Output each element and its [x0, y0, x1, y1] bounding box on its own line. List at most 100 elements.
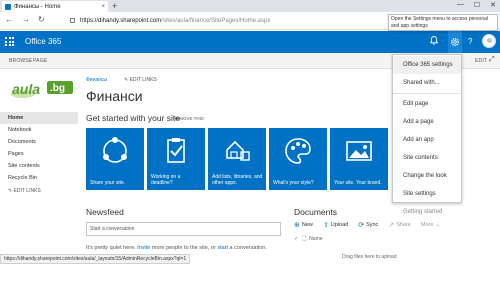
- office365-brand[interactable]: Office 365: [25, 37, 61, 46]
- tile-add-apps[interactable]: Add lists, libraries, and other apps.: [208, 128, 266, 190]
- new-label: New: [301, 222, 313, 228]
- sharepoint-favicon-icon: [5, 3, 11, 10]
- tile-label: What's your style?: [273, 180, 314, 186]
- page-title: Финанси: [86, 88, 143, 104]
- share-button[interactable]: ↗ Share: [388, 221, 411, 229]
- new-tab-button[interactable]: +: [112, 1, 117, 11]
- tile-label: Add lists, libraries, and other apps.: [212, 174, 263, 186]
- header-edit-links[interactable]: ✎ EDIT LINKS: [124, 77, 157, 83]
- browser-tab[interactable]: Финансы - Home ×: [2, 1, 108, 12]
- documents-column-header: ✓ 🗋 Name: [294, 236, 323, 242]
- nav-item-documents[interactable]: Documents: [0, 136, 78, 148]
- settings-gear-button[interactable]: [448, 31, 462, 53]
- invite-link[interactable]: Invite: [137, 245, 150, 251]
- tile-brand[interactable]: Your site. Your brand.: [330, 128, 388, 190]
- breadcrumb[interactable]: Финансы: [86, 77, 107, 83]
- ribbon-edit-button[interactable]: EDIT: [475, 58, 487, 64]
- nav-item-recycle-bin[interactable]: Recycle Bin: [0, 172, 78, 184]
- sync-button[interactable]: ⟳ Sync: [358, 221, 378, 229]
- browser-tab-strip: Финансы - Home × + — ☐ ✕: [0, 0, 500, 12]
- upload-label: Upload: [330, 222, 349, 228]
- user-avatar[interactable]: [482, 34, 496, 48]
- more-button[interactable]: More ⌄: [421, 222, 440, 228]
- close-window-button[interactable]: ✕: [490, 1, 496, 9]
- menu-item-change-look[interactable]: Change the look: [393, 167, 461, 185]
- ribbon-tab-browse[interactable]: BROWSE: [9, 58, 32, 64]
- sync-label: Sync: [366, 222, 379, 228]
- upload-icon: ⇧: [322, 222, 329, 229]
- minimize-button[interactable]: —: [457, 1, 464, 9]
- status-bar-url: https://dihandy.sharepoint.com/sites/aul…: [0, 254, 191, 264]
- url-path: /sites/aula/finance/SitePages/Home.aspx: [161, 18, 271, 24]
- image-icon: [346, 141, 372, 161]
- tab-title: Финансы - Home: [14, 3, 61, 10]
- new-document-button[interactable]: ⊕ New: [294, 221, 313, 229]
- nav-edit-links[interactable]: ✎ EDIT LINKS: [0, 188, 78, 194]
- menu-item-getting-started[interactable]: Getting started: [393, 203, 461, 221]
- nav-item-pages[interactable]: Pages: [0, 148, 78, 160]
- url-host: https://dihandy.sharepoint.com: [80, 18, 162, 24]
- back-button[interactable]: ←: [5, 15, 13, 24]
- note-suffix: a conversation.: [228, 245, 267, 251]
- more-label: More: [420, 222, 434, 228]
- note-middle: more people to the site, or: [150, 245, 218, 251]
- upload-button[interactable]: ⇧ Upload: [323, 221, 348, 229]
- ribbon-tab-page[interactable]: PAGE: [33, 58, 47, 64]
- help-icon[interactable]: ?: [468, 37, 472, 46]
- palette-icon: [285, 138, 311, 164]
- tile-label: Share your site.: [90, 180, 126, 186]
- refresh-button[interactable]: ↻: [38, 15, 45, 24]
- forward-button[interactable]: →: [22, 15, 30, 24]
- tile-share-site[interactable]: Share your site.: [86, 128, 144, 190]
- menu-item-site-settings[interactable]: Site settings: [393, 185, 461, 203]
- document-icon: 🗋: [302, 236, 307, 242]
- tab-close-icon[interactable]: ×: [101, 4, 105, 10]
- bell-icon[interactable]: [429, 36, 439, 47]
- menu-item-site-contents[interactable]: Site contents: [393, 149, 461, 167]
- menu-item-shared-with[interactable]: Shared with...: [393, 74, 461, 92]
- start-conversation-link[interactable]: start: [217, 245, 228, 251]
- share-icon: [103, 137, 127, 163]
- newsfeed-title: Newsfeed: [86, 207, 124, 217]
- gear-icon: [451, 38, 459, 46]
- nav-item-site-contents[interactable]: Site contents: [0, 160, 78, 172]
- office-suite-bar: Office 365 ?: [0, 31, 500, 53]
- site-logo[interactable]: aula .bg: [10, 79, 74, 101]
- menu-item-edit-page[interactable]: Edit page: [393, 95, 461, 113]
- tile-style[interactable]: What's your style?: [269, 128, 327, 190]
- svg-text:.bg: .bg: [50, 83, 65, 94]
- documents-commands: ⊕ New ⇧ Upload ⟳ Sync ↗ Share More ⌄: [294, 221, 440, 229]
- lock-icon: [70, 18, 75, 23]
- menu-item-office365-settings[interactable]: Office 365 settings: [393, 56, 461, 74]
- menu-divider: [393, 93, 461, 94]
- getting-started-title: Get started with your site: [86, 113, 181, 123]
- settings-tooltip: Open the Settings menu to access persona…: [388, 14, 498, 31]
- sync-icon: ⟳: [358, 222, 365, 229]
- tile-deadline[interactable]: Working on a deadline?: [147, 128, 205, 190]
- nav-item-home[interactable]: Home: [0, 112, 78, 124]
- maximize-button[interactable]: ☐: [474, 1, 480, 9]
- menu-item-add-app[interactable]: Add an app: [393, 131, 461, 149]
- url-field[interactable]: https://dihandy.sharepoint.com/sites/aul…: [70, 15, 400, 27]
- share-label: Share: [396, 222, 411, 228]
- conversation-input[interactable]: Start a conversation: [86, 222, 281, 236]
- nav-item-notebook[interactable]: Notebook: [0, 124, 78, 136]
- header-edit-links-label: EDIT LINKS: [129, 77, 157, 83]
- column-name[interactable]: Name: [309, 236, 322, 242]
- note-prefix: It's pretty quiet here.: [86, 245, 138, 251]
- checklist-icon: [167, 138, 185, 163]
- drag-files-hint: Drag files here to upload: [342, 254, 397, 260]
- menu-item-add-page[interactable]: Add a page: [393, 113, 461, 131]
- chevron-down-icon: ⌄: [435, 222, 441, 228]
- remove-this-link[interactable]: REMOVE THIS: [173, 116, 204, 121]
- tile-label: Your site. Your brand.: [334, 180, 382, 186]
- nav-edit-links-label: EDIT LINKS: [13, 188, 41, 194]
- settings-menu: Office 365 settings Shared with... Edit …: [392, 54, 462, 215]
- tile-label: Working on a deadline?: [151, 174, 181, 186]
- apps-icon: [226, 140, 250, 161]
- share-arrow-icon: ↗: [388, 222, 395, 229]
- plus-icon: ⊕: [294, 222, 300, 229]
- svg-text:aula: aula: [12, 81, 40, 97]
- app-launcher-icon[interactable]: [5, 37, 14, 46]
- focus-content-icon[interactable]: ⤢: [489, 56, 495, 64]
